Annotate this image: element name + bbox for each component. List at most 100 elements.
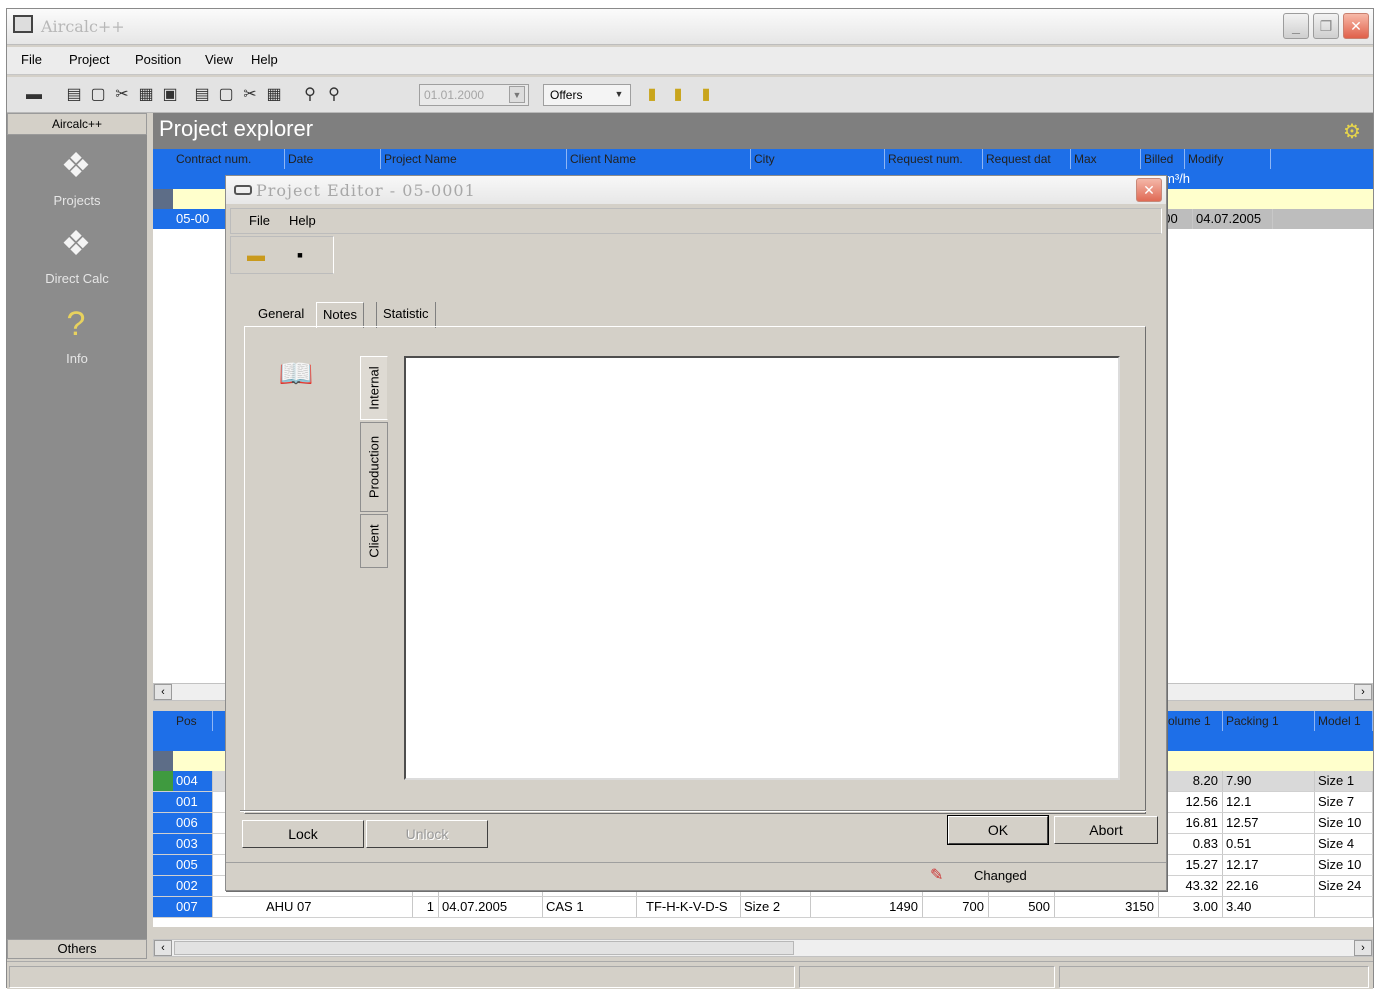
vtab-internal[interactable]: Internal	[360, 356, 388, 420]
column-header[interactable]: Billed	[1141, 149, 1185, 169]
project-code[interactable]: 05-00	[173, 209, 233, 229]
sidebar-header[interactable]: Aircalc++	[7, 113, 147, 135]
lock-button[interactable]: Lock	[242, 820, 364, 848]
tab-general[interactable]: General	[252, 302, 310, 328]
column-header-packing[interactable]: Packing 1	[1223, 711, 1315, 731]
transfer-icon[interactable]: ▮	[695, 85, 717, 105]
cell-qty[interactable]: 1	[413, 897, 439, 917]
column-header[interactable]: Contract num.	[173, 149, 285, 169]
chevron-down-icon[interactable]: ▼	[611, 86, 627, 103]
cell-vol[interactable]: 43.32	[1165, 876, 1223, 896]
cell-pos[interactable]: 002	[173, 876, 213, 896]
paste-icon[interactable]: ▦	[135, 85, 157, 105]
cell-vol[interactable]: 0.83	[1165, 834, 1223, 854]
cut-position-icon[interactable]: ✂	[239, 85, 261, 105]
cell-type[interactable]: TF-H-K-V-D-S	[643, 897, 741, 917]
info-icon[interactable]: ?	[51, 301, 101, 347]
menu-position[interactable]: Position	[135, 52, 181, 67]
cell-pos[interactable]: 003	[173, 834, 213, 854]
column-header-pos[interactable]: Pos	[173, 711, 213, 731]
cell-model[interactable]: Size 24	[1315, 876, 1373, 896]
column-header[interactable]: Project Name	[381, 149, 567, 169]
open-project-icon[interactable]: ▤	[63, 85, 85, 105]
sidebar-item-projects[interactable]: Projects	[7, 193, 147, 208]
sidebar-others-button[interactable]: Others	[7, 939, 147, 959]
vtab-production[interactable]: Production	[360, 422, 388, 512]
column-header-model[interactable]: Model 1	[1315, 711, 1373, 731]
cell-vol[interactable]: 8.20	[1165, 771, 1223, 791]
cell-pos[interactable]: 004	[173, 771, 213, 791]
cell-model[interactable]	[1315, 897, 1373, 917]
notes-textarea[interactable]	[404, 356, 1120, 780]
cell-pack[interactable]: 12.57	[1223, 813, 1315, 833]
menu-file[interactable]: File	[21, 52, 42, 67]
open-folder-icon[interactable]: ▬	[243, 243, 269, 267]
new-position-icon[interactable]: ▢	[215, 85, 237, 105]
column-header[interactable]: Client Name	[567, 149, 751, 169]
column-header[interactable]: Max	[1071, 149, 1141, 169]
cell-c[interactable]: 500	[989, 897, 1055, 917]
menu-project[interactable]: Project	[69, 52, 109, 67]
column-header[interactable]: Request dat	[983, 149, 1071, 169]
cell-model[interactable]: Size 4	[1315, 834, 1373, 854]
open-position-icon[interactable]: ▤	[191, 85, 213, 105]
cell-pos[interactable]: 007	[173, 897, 213, 917]
sidebar-item-direct-calc[interactable]: Direct Calc	[7, 271, 147, 286]
find-icon[interactable]: ⚲	[299, 85, 321, 105]
cell-pos[interactable]: 005	[173, 855, 213, 875]
project-modified[interactable]: 04.07.2005	[1193, 209, 1273, 229]
scroll-thumb[interactable]	[174, 941, 794, 955]
menu-view[interactable]: View	[205, 52, 233, 67]
column-header[interactable]: Modify	[1185, 149, 1271, 169]
vtab-client[interactable]: Client	[360, 514, 388, 568]
cell-pack[interactable]: 7.90	[1223, 771, 1315, 791]
cell-b[interactable]: 700	[923, 897, 989, 917]
import-icon[interactable]: ▮	[667, 85, 689, 105]
scroll-right-icon[interactable]: ›	[1354, 940, 1372, 956]
column-header[interactable]: Request num.	[885, 149, 983, 169]
cell-vol[interactable]: 15.27	[1165, 855, 1223, 875]
cell-a[interactable]: 1490	[853, 897, 923, 917]
maximize-button[interactable]: ❐	[1313, 13, 1339, 39]
column-header-volume[interactable]: olume 1	[1165, 711, 1223, 731]
minimize-button[interactable]: _	[1283, 13, 1309, 39]
tab-notes[interactable]: Notes	[316, 302, 364, 328]
cell-model[interactable]: Size 7	[1315, 792, 1373, 812]
cell-vol[interactable]: 16.81	[1165, 813, 1223, 833]
cell-pos[interactable]: 006	[173, 813, 213, 833]
tab-statistic[interactable]: Statistic	[376, 302, 436, 328]
unlock-button[interactable]: Unlock	[366, 820, 488, 848]
save-icon[interactable]: ▪	[287, 243, 313, 267]
calendar-dropdown-icon[interactable]: ▼	[509, 86, 525, 103]
cell-model[interactable]: Size 1	[1315, 771, 1373, 791]
column-header[interactable]: City	[751, 149, 885, 169]
cell-pack[interactable]: 0.51	[1223, 834, 1315, 854]
cell-pos[interactable]: 001	[173, 792, 213, 812]
cell-size[interactable]: Size 2	[741, 897, 811, 917]
cell-vol[interactable]: 12.56	[1165, 792, 1223, 812]
scroll-right-icon[interactable]: ›	[1354, 684, 1372, 700]
menu-help[interactable]: Help	[251, 52, 278, 67]
direct-calc-icon[interactable]: ❖	[51, 221, 101, 267]
abort-button[interactable]: Abort	[1054, 816, 1158, 844]
sidebar-item-info[interactable]: Info	[7, 351, 147, 366]
bottom-horizontal-scrollbar[interactable]: ‹ ›	[153, 939, 1373, 957]
dialog-close-button[interactable]: ✕	[1136, 178, 1162, 202]
cell-client[interactable]: CAS 1	[543, 897, 637, 917]
cell-vol[interactable]: 3.00	[1165, 897, 1223, 917]
cell-d[interactable]: 3150	[1083, 897, 1159, 917]
export-icon[interactable]: ▮	[641, 85, 663, 105]
cell-model[interactable]: Size 10	[1315, 813, 1373, 833]
cell-name[interactable]: AHU 07	[263, 897, 413, 917]
cell-pack[interactable]: 12.17	[1223, 855, 1315, 875]
dialog-menu-help[interactable]: Help	[289, 213, 316, 228]
dialog-menu-file[interactable]: File	[249, 213, 270, 228]
scroll-left-icon[interactable]: ‹	[154, 940, 172, 956]
paste-position-icon[interactable]: ▦	[263, 85, 285, 105]
cell-pack[interactable]: 3.40	[1223, 897, 1315, 917]
new-document-icon[interactable]: ▢	[87, 85, 109, 105]
scroll-left-icon[interactable]: ‹	[154, 684, 172, 700]
gear-icon[interactable]: ⚙	[1343, 119, 1361, 144]
column-header[interactable]: Date	[285, 149, 381, 169]
cell-pack[interactable]: 22.16	[1223, 876, 1315, 896]
